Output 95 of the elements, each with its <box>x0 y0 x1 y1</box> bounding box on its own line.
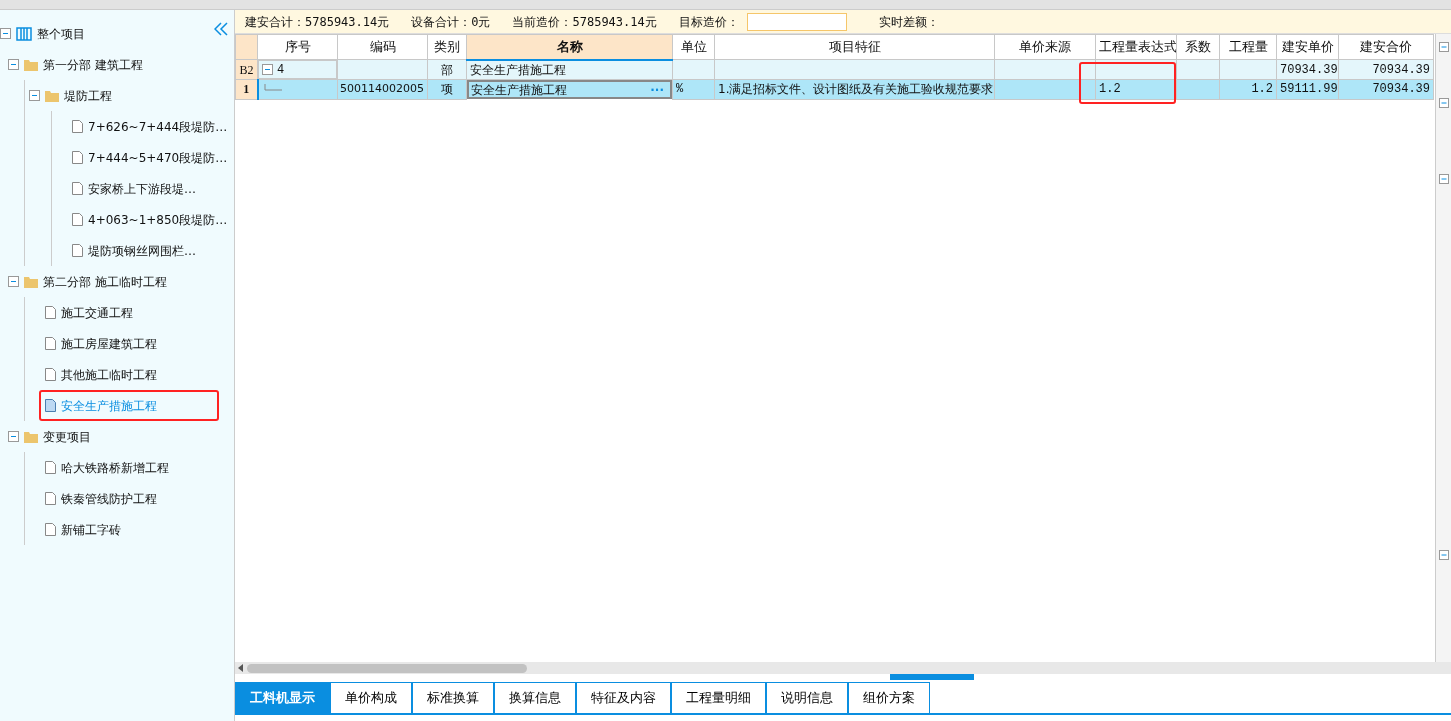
column-header[interactable]: 建安单价 <box>1276 34 1339 60</box>
folder-icon <box>45 89 59 102</box>
folder-icon <box>24 430 38 443</box>
document-icon <box>45 337 56 350</box>
tree-item[interactable]: 7+626~7+444段堤防… <box>66 111 234 142</box>
document-icon <box>45 399 56 412</box>
bottom-tab[interactable]: 工程量明细 <box>671 682 766 713</box>
table-cell: % <box>672 79 715 99</box>
document-icon <box>45 306 56 319</box>
tree-item[interactable]: 施工房屋建筑工程 <box>39 328 234 359</box>
tree-item[interactable]: 安家桥上下游段堤… <box>66 173 234 204</box>
tree-item-label: 7+444~5+470段堤防… <box>88 149 228 167</box>
document-icon <box>45 492 56 505</box>
bottom-tab[interactable]: 标准换算 <box>412 682 494 713</box>
tree-item[interactable]: 堤防工程 <box>29 80 234 111</box>
summary-label: 实时差额： <box>878 13 939 31</box>
collapse-icon[interactable] <box>1438 42 1449 52</box>
tree-item-label: 其他施工临时工程 <box>61 366 157 384</box>
project-icon <box>16 25 32 42</box>
bottom-tab[interactable]: 说明信息 <box>766 682 848 713</box>
horizontal-scrollbar[interactable] <box>235 662 1451 674</box>
collapse-toggle-icon[interactable] <box>8 276 19 287</box>
bottom-tab[interactable]: 组价方案 <box>848 682 930 713</box>
collapse-icon[interactable] <box>1438 550 1449 560</box>
tree-item-label: 新铺工字砖 <box>61 521 121 539</box>
document-icon <box>45 523 56 536</box>
column-header[interactable]: 项目特征 <box>714 34 995 60</box>
column-header[interactable]: 名称 <box>466 34 673 60</box>
tree-item-label: 堤防工程 <box>64 87 112 105</box>
bottom-tab[interactable]: 特征及内容 <box>576 682 671 713</box>
row-header[interactable]: B2 <box>235 59 258 80</box>
collapse-toggle-icon[interactable] <box>8 59 19 70</box>
tree-item[interactable]: 哈大铁路桥新增工程 <box>39 452 234 483</box>
column-header[interactable]: 工程量 <box>1219 34 1277 60</box>
collapse-icon[interactable] <box>1438 174 1449 184</box>
document-icon <box>45 368 56 381</box>
document-icon <box>72 182 83 195</box>
bottom-tab[interactable]: 单价构成 <box>330 682 412 713</box>
summary-label: 设备合计：0元 <box>411 13 491 31</box>
tree-item[interactable]: 铁秦管线防护工程 <box>39 483 234 514</box>
bottom-tab[interactable]: 换算信息 <box>494 682 576 713</box>
tree-item[interactable]: 新铺工字砖 <box>39 514 234 545</box>
tree-item[interactable]: 其他施工临时工程 <box>39 359 234 390</box>
collapse-toggle-icon[interactable] <box>8 431 19 442</box>
tree-item-label: 第二分部 施工临时工程 <box>43 273 167 291</box>
tree-item-label: 哈大铁路桥新增工程 <box>61 459 169 477</box>
tree-item[interactable]: 安全生产措施工程 <box>39 390 219 421</box>
bottom-tab[interactable]: 工料机显示 <box>235 682 330 713</box>
column-header[interactable]: 建安合价 <box>1338 34 1434 60</box>
collapse-toggle-icon[interactable] <box>262 64 273 75</box>
tree-item-label: 安家桥上下游段堤… <box>88 180 196 198</box>
tree-item-label: 铁秦管线防护工程 <box>61 490 157 508</box>
tree-item-label: 安全生产措施工程 <box>61 397 157 415</box>
summary-label: 建安合计：5785943.14元 <box>245 13 390 31</box>
collapse-panel-icon[interactable] <box>214 22 228 36</box>
tree-item-label: 7+626~7+444段堤防… <box>88 118 228 136</box>
tree-item-label: 变更项目 <box>43 428 91 446</box>
folder-icon <box>24 275 38 288</box>
tree-item[interactable]: 变更项目 <box>8 421 234 452</box>
tree-item[interactable]: 施工交通工程 <box>39 297 234 328</box>
scrollbar-thumb[interactable] <box>247 663 527 673</box>
column-header[interactable]: 序号 <box>257 34 338 60</box>
column-header[interactable]: 类别 <box>427 34 467 60</box>
splitter-handle[interactable] <box>890 674 974 680</box>
column-header[interactable]: 单价来源 <box>994 34 1096 60</box>
tree-item-label: 4+063~1+850段堤防… <box>88 211 228 229</box>
tree-item-label: 堤防项钢丝网围栏… <box>88 242 196 260</box>
row-header[interactable]: 1 <box>235 79 258 99</box>
tree-item-label: 施工房屋建筑工程 <box>61 335 157 353</box>
scroll-left-icon[interactable] <box>238 664 243 672</box>
folder-icon <box>24 58 38 71</box>
column-header[interactable]: 编码 <box>337 34 428 60</box>
column-header[interactable]: 系数 <box>1176 34 1220 60</box>
document-icon <box>72 120 83 133</box>
table-cell: 安全生产措施工程 <box>471 81 567 98</box>
document-icon <box>72 151 83 164</box>
collapse-icon[interactable] <box>1438 98 1449 108</box>
tree-item[interactable]: 4+063~1+850段堤防… <box>66 204 234 235</box>
tree-item[interactable]: 第二分部 施工临时工程 <box>8 266 234 297</box>
target-price-field[interactable] <box>746 12 847 31</box>
tree-item-label: 第一分部 建筑工程 <box>43 56 143 74</box>
collapse-toggle-icon[interactable] <box>29 90 40 101</box>
tree-root-label: 整个项目 <box>37 25 85 43</box>
summary-label: 当前造价：5785943.14元 <box>512 13 657 31</box>
tree-item[interactable]: 第一分部 建筑工程 <box>8 49 234 80</box>
document-icon <box>45 461 56 474</box>
document-icon <box>72 213 83 226</box>
tree-item[interactable]: 7+444~5+470段堤防… <box>66 142 234 173</box>
table-cell: 4 <box>277 61 285 78</box>
document-icon <box>72 244 83 257</box>
collapse-toggle-icon[interactable] <box>0 28 11 39</box>
summary-label: 目标造价： <box>678 13 739 31</box>
column-header[interactable]: 单位 <box>672 34 715 60</box>
tree-item-label: 施工交通工程 <box>61 304 133 322</box>
tree-item[interactable]: 堤防项钢丝网围栏… <box>66 235 234 266</box>
